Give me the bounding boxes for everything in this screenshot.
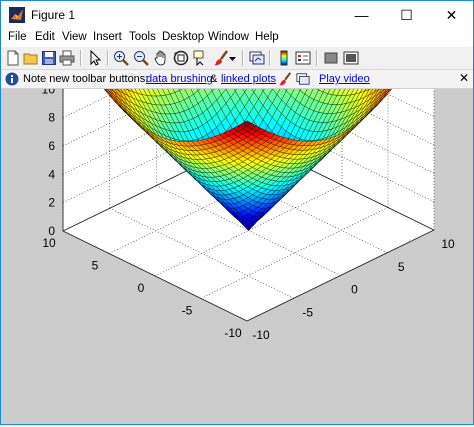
menu-help[interactable]: Help [255, 31, 279, 43]
minimize-button[interactable]: — [339, 1, 384, 29]
y-tick-label: 0 [138, 281, 145, 295]
colorbar-icon[interactable] [276, 50, 292, 66]
edit-plot-icon[interactable] [87, 50, 103, 66]
open-file-icon[interactable] [23, 50, 39, 66]
toolbar-separator [269, 50, 271, 66]
new-figure-icon[interactable] [5, 50, 21, 66]
info-text: Note new toolbar buttons: [23, 73, 148, 85]
brush-icon [278, 72, 292, 86]
menu-edit[interactable]: Edit [35, 31, 55, 43]
link-plot-icon[interactable] [249, 50, 265, 66]
figure-window: Figure 1 — ☐ ✕ File Edit View Insert Too… [0, 0, 474, 425]
info-bar: Note new toolbar buttons: data brushing … [1, 70, 473, 89]
data-brushing-link[interactable]: data brushing [146, 73, 213, 85]
toolbar-separator [316, 50, 318, 66]
y-tick-label: -5 [182, 304, 193, 318]
close-button[interactable]: ✕ [429, 1, 474, 29]
z-tick-label: 2 [48, 196, 55, 210]
x-tick-label: 10 [441, 237, 455, 251]
surface-plot[interactable]: 024681012-10-50510-10-50510 [1, 89, 473, 424]
toolbar-separator [242, 50, 244, 66]
close-infobar-icon[interactable]: ✕ [459, 71, 469, 85]
y-tick-label: 10 [42, 236, 56, 250]
z-tick-label: 6 [48, 139, 55, 153]
matlab-icon [9, 7, 25, 23]
info-icon [5, 72, 19, 86]
z-tick-label: 10 [42, 89, 56, 96]
title-bar[interactable]: Figure 1 — ☐ ✕ [1, 1, 473, 29]
menu-file[interactable]: File [8, 31, 27, 43]
brush-dropdown-icon[interactable] [228, 50, 237, 66]
menu-bar: File Edit View Insert Tools Desktop Wind… [1, 29, 473, 47]
menu-view[interactable]: View [62, 31, 87, 43]
figure-canvas: 024681012-10-50510-10-50510 [1, 89, 473, 424]
data-cursor-icon[interactable] [193, 50, 209, 66]
linked-plots-link[interactable]: linked plots [221, 73, 276, 85]
figure-toolbar [1, 47, 473, 70]
hide-plot-tools-icon[interactable] [323, 50, 339, 66]
toolbar-separator [107, 50, 109, 66]
x-tick-label: -10 [252, 328, 270, 342]
brush-icon[interactable] [213, 50, 229, 66]
rotate-3d-icon[interactable] [173, 50, 189, 66]
z-tick-label: 8 [48, 111, 55, 125]
y-tick-label: 5 [92, 259, 99, 273]
toolbar-separator [80, 50, 82, 66]
y-tick-label: -10 [224, 326, 242, 340]
zoom-in-icon[interactable] [113, 50, 129, 66]
legend-icon[interactable] [295, 50, 311, 66]
x-tick-label: 5 [398, 260, 405, 274]
menu-window[interactable]: Window [208, 31, 249, 43]
pan-icon[interactable] [153, 50, 169, 66]
menu-tools[interactable]: Tools [129, 31, 156, 43]
x-tick-label: 0 [351, 283, 358, 297]
zoom-out-icon[interactable] [133, 50, 149, 66]
print-figure-icon[interactable] [59, 50, 75, 66]
show-plot-tools-icon[interactable] [343, 50, 359, 66]
menu-desktop[interactable]: Desktop [162, 31, 204, 43]
maximize-button[interactable]: ☐ [384, 1, 429, 29]
z-tick-label: 4 [48, 167, 55, 181]
x-tick-label: -5 [302, 305, 313, 319]
ampersand-text: & [210, 73, 217, 85]
play-video-link[interactable]: Play video [319, 73, 370, 85]
link-plot-icon [296, 72, 310, 86]
menu-insert[interactable]: Insert [93, 31, 122, 43]
save-figure-icon[interactable] [41, 50, 57, 66]
window-title: Figure 1 [31, 8, 75, 22]
